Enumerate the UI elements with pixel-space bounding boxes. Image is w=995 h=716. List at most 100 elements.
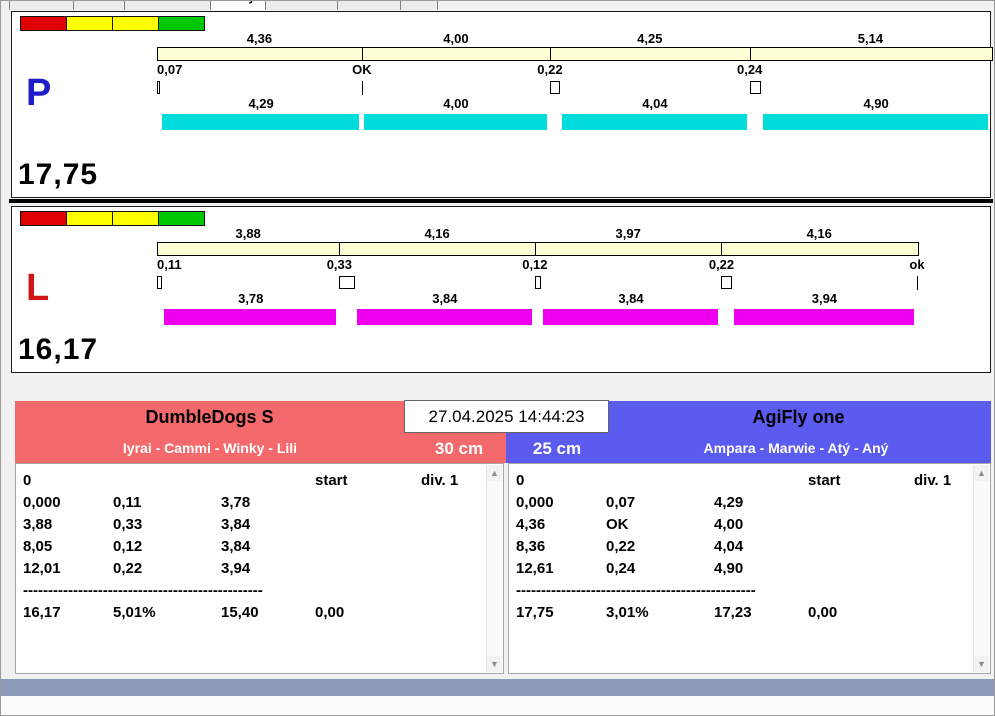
jump-height-badge: 25 cm [532, 439, 582, 458]
result-cell: 12,61 [516, 560, 554, 577]
tab-label: Družstva [276, 1, 327, 4]
result-cell: 4,90 [714, 560, 744, 577]
result-cell: 8,36 [516, 538, 546, 555]
split-time-label: 4,36 [246, 31, 273, 46]
tab-6[interactable]: DL [400, 1, 439, 10]
tab-label: DL [411, 1, 427, 4]
result-cell: 5,01% [113, 604, 156, 621]
scroll-down-icon[interactable]: ▼ [974, 656, 989, 672]
tab-0[interactable]: Rozbeh [9, 1, 75, 10]
dog-time-label: 3,84 [432, 291, 458, 306]
app-window: Rozbeh Cidla Kombi Graf Dráhy Družstva KR / S… [0, 0, 995, 716]
crossing-marker [157, 81, 161, 94]
tab-label: Dráhy [221, 1, 255, 4]
tab-1[interactable]: Cidla [73, 1, 125, 10]
interval-label: 0,11 [157, 257, 182, 272]
result-cell: div. 1 [421, 472, 459, 489]
lane-letter: P [26, 72, 52, 114]
footer-margin [1, 696, 994, 715]
crossing-marker [721, 276, 732, 289]
dog-time-label: 4,90 [863, 96, 889, 111]
interval-label: OK [352, 62, 372, 77]
split-time-label: 4,16 [424, 226, 450, 241]
dog-time-label: 4,04 [642, 96, 668, 111]
split-divider [721, 242, 723, 256]
scrollbar[interactable]: ▲ ▼ [486, 465, 502, 672]
status-light [158, 211, 205, 226]
tab-5[interactable]: KR / ST [336, 1, 402, 10]
crossing-marker [361, 81, 363, 95]
dog-run-bar [733, 309, 914, 325]
result-cell: 3,84 [221, 516, 251, 533]
crossing-marker [339, 276, 355, 289]
interval-label: 0,07 [157, 62, 183, 77]
result-cell: 3,78 [221, 494, 251, 511]
result-cell: 0,22 [113, 560, 143, 577]
tab-3[interactable]: Dráhy [210, 1, 267, 10]
result-cell: 0,11 [113, 494, 142, 511]
result-cell: 4,36 [516, 516, 546, 533]
scroll-up-icon[interactable]: ▲ [487, 465, 502, 481]
dog-run-bar [356, 309, 532, 325]
split-time-label: 3,97 [615, 226, 641, 241]
status-light [112, 16, 159, 31]
team-dog-names: Ampara - Marwie - Atý - Aný [703, 440, 889, 456]
result-cell: 0,07 [606, 494, 636, 511]
result-cell: 0,24 [606, 560, 636, 577]
result-list-right[interactable]: 0 start div. 1 0,000 0,07 4,29 4,36 OK 4,00 8,36 0… [508, 463, 991, 674]
dog-time-label: 4,29 [248, 96, 274, 111]
result-cell: div. 1 [914, 472, 952, 489]
crossing-marker [534, 276, 541, 289]
split-divider [549, 47, 551, 61]
result-cell: 0,33 [113, 516, 143, 533]
result-list-left[interactable]: 0 start div. 1 0,000 0,11 3,78 3,88 0,33 3,84 8,0… [15, 463, 504, 674]
tab-label: Cidla [84, 1, 113, 4]
scrollbar[interactable]: ▲ ▼ [973, 465, 989, 672]
result-cell: 3,84 [221, 538, 251, 555]
result-cell: 16,17 [23, 604, 61, 621]
lane-letter: L [26, 267, 50, 309]
result-cell: 0,00 [315, 604, 345, 621]
tab-2[interactable]: Kombi Graf [123, 1, 212, 10]
split-divider [361, 47, 363, 61]
team-subheader-right: 25 cm Ampara - Marwie - Atý - Aný [506, 434, 991, 463]
status-light [66, 211, 113, 226]
split-divider [534, 242, 536, 256]
team-name: AgiFly one [752, 407, 845, 427]
status-light [66, 16, 113, 31]
result-cell: 3,94 [221, 560, 251, 577]
tab-4[interactable]: Družstva [265, 1, 338, 10]
interval-label: 0,22 [537, 62, 563, 77]
split-bar [157, 47, 994, 61]
result-cell: 0 [23, 472, 32, 489]
scroll-up-icon[interactable]: ▲ [974, 465, 989, 481]
status-light [112, 211, 159, 226]
status-light [20, 211, 67, 226]
dog-time-label: 3,84 [618, 291, 644, 306]
tab-label: Kombi Graf [135, 1, 200, 4]
separator-line: ----------------------------------------… [23, 582, 263, 599]
interval-label: 0,12 [522, 257, 548, 272]
end-marker [916, 276, 918, 290]
split-time-label: 3,88 [235, 226, 261, 241]
result-cell: 0 [516, 472, 525, 489]
lane-panel-p: P 4,36 0,07 4,29 4,00 OK 4,00 4,25 0,22 4,04 5,14… [11, 11, 994, 198]
traffic-lights [20, 16, 205, 31]
result-cell: 15,40 [221, 604, 259, 621]
result-table: 0 start div. 1 0,000 0,11 3,78 3,88 0,33 3,84 8,0… [17, 465, 487, 672]
footer-bar [1, 679, 994, 696]
lane-total-time: 16,17 [18, 333, 99, 366]
tab-label: KR / ST [348, 1, 391, 4]
result-cell: 8,05 [23, 538, 53, 555]
crossing-marker [157, 276, 163, 289]
interval-label: 0,33 [326, 257, 353, 272]
result-cell: 0,000 [516, 494, 554, 511]
split-time-label: 4,25 [637, 31, 663, 46]
dog-run-bar [542, 309, 719, 325]
datetime-display: 27.04.2025 14:44:23 [404, 400, 609, 433]
interval-label: 0,22 [708, 257, 735, 272]
result-cell: 4,00 [714, 516, 744, 533]
separator-line: ----------------------------------------… [516, 582, 756, 599]
scroll-down-icon[interactable]: ▼ [487, 656, 502, 672]
result-cell: start [808, 472, 841, 489]
